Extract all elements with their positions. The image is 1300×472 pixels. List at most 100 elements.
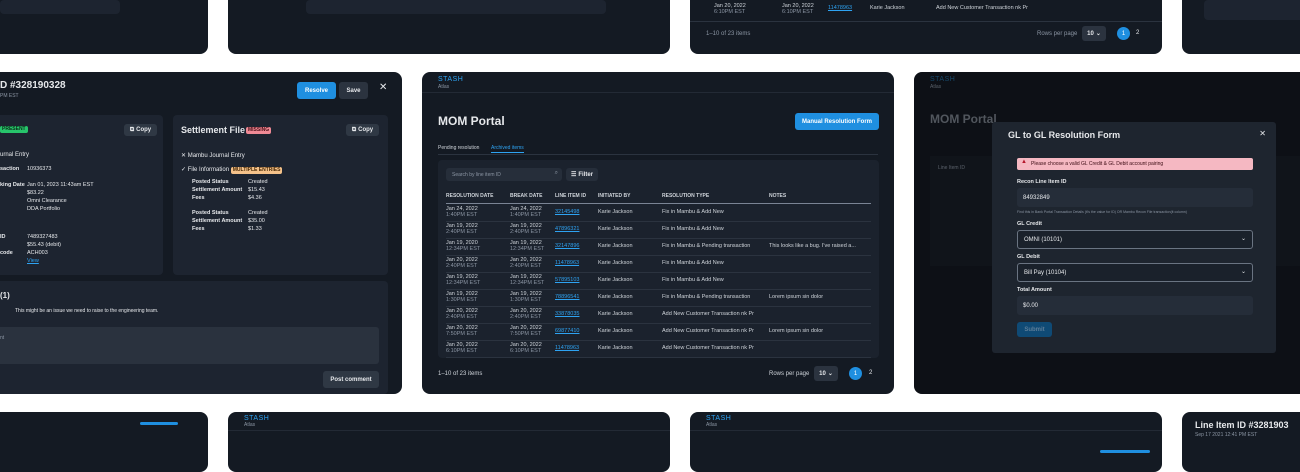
break-time: 12:34PM EST (510, 246, 545, 252)
line-item-link[interactable]: 57895103 (555, 277, 579, 283)
break-time: 7:50PM EST (510, 331, 542, 337)
table-row[interactable]: Jan 20, 2022 7:50PM EST Jan 20, 2022 7:50PM… (446, 325, 879, 337)
total-amount-input[interactable]: $0.00 (1017, 296, 1253, 315)
resolution-time: 1:40PM EST (446, 212, 478, 218)
initiated-by: Karie Jackson (598, 260, 633, 266)
gl-debit-select[interactable]: Bill Pay (10104) ⌄ (1017, 263, 1253, 282)
line-item-link[interactable]: 32147896 (555, 243, 579, 249)
break-time: 2:40PM EST (510, 314, 542, 320)
line-item-link[interactable]: 33878035 (555, 311, 579, 317)
line-item-link[interactable]: 47896321 (555, 226, 579, 232)
row-divider (446, 340, 871, 341)
post-comment-button[interactable]: Post comment (323, 371, 379, 388)
kv-value: DDA Portfolio (27, 206, 61, 212)
manual-resolution-button[interactable]: Manual Resolution Form (795, 113, 879, 130)
table-row[interactable]: Jan 20, 2022 2:40PM EST Jan 20, 2022 2:40PM… (446, 257, 879, 269)
table-row[interactable]: Jan 24, 2022 1:40PM EST Jan 24, 2022 1:40PM… (446, 206, 879, 218)
resolution-type: Add New Customer Transaction nk Pr (662, 345, 755, 351)
stash-logo: STASH (438, 76, 464, 83)
card-top-table: Jan 20, 2022 6:10PM EST Jan 20, 2022 6:10P… (690, 0, 1162, 54)
notes: This looks like a bug. I've raised a... (769, 243, 856, 249)
rows-per-page-select[interactable]: 10 ⌄ (1082, 26, 1106, 41)
chevron-down-icon: ⌄ (827, 371, 833, 377)
break-time: 1:30PM EST (510, 297, 542, 303)
multiple-entries-badge: MULTIPLE ENTRIES (230, 167, 283, 174)
kv-value: Created (248, 179, 268, 185)
row-divider (446, 306, 871, 307)
page-1-button[interactable]: 1 (1117, 27, 1130, 40)
resolution-time: 2:40PM EST (446, 314, 478, 320)
kv-value: Jan 01, 2023 11:43am EST (27, 182, 94, 188)
view-link[interactable]: View (27, 258, 39, 264)
comments-panel: (1) This might be an issue we need to ra… (0, 281, 388, 394)
filter-icon: ☰ (570, 172, 577, 178)
resolution-type: Fix in Mambu & Pending transaction (662, 294, 751, 300)
file-info-row: ✓ File Information MULTIPLE ENTRIES (181, 167, 283, 174)
kv-value: Omni Clearance (27, 198, 67, 204)
row-divider (446, 238, 871, 239)
search-input[interactable]: Search by line item ID ⌕ (446, 168, 562, 181)
resolution-type: Fix in Mambu & Add New (662, 226, 724, 232)
tab-pending[interactable]: Pending resolution (438, 145, 479, 151)
row-divider (446, 289, 871, 290)
kv-value: 7489327483 (27, 234, 58, 240)
resolution-time: 2:40PM EST (446, 263, 478, 269)
table-row[interactable]: Jan 19, 2022 12:34PM EST Jan 19, 2022 12:34… (446, 274, 879, 286)
kv-value: $1.33 (248, 226, 262, 232)
close-icon[interactable]: ✕ (379, 82, 387, 93)
settlement-file-panel: Settlement File MISSING ⧉ Copy ✕ Mambu Jo… (173, 115, 388, 275)
kv-key: code (0, 250, 13, 256)
close-icon[interactable]: ✕ (1259, 129, 1266, 138)
initiated-by: Karie Jackson (598, 243, 633, 249)
row-divider (446, 221, 871, 222)
stash-logo: STASH (244, 415, 270, 422)
line-item-link[interactable]: 69877410 (555, 328, 579, 334)
break-time: 1:40PM EST (510, 212, 542, 218)
copy-button[interactable]: ⧉ Copy (346, 124, 379, 136)
resolve-button[interactable]: Resolve (297, 82, 336, 99)
kv-value: $83.22 (27, 190, 44, 196)
comment-input[interactable]: nt (0, 327, 379, 364)
card-top-2 (228, 0, 670, 54)
resolution-type: Fix in Mambu & Add New (662, 209, 724, 215)
kv-value: Created (248, 210, 268, 216)
initiated-by: Karie Jackson (598, 345, 633, 351)
copy-button[interactable]: ⧉ Copy (124, 124, 157, 136)
tab-archived[interactable]: Archived items (491, 145, 524, 153)
missing-badge: MISSING (246, 127, 272, 134)
filter-button[interactable]: ☰ Filter (566, 168, 598, 181)
item-count: 1–10 of 23 items (438, 371, 483, 377)
table-row[interactable]: Jan 19, 2020 12:34PM EST Jan 19, 2022 12:34… (446, 240, 879, 252)
journal-entry-heading: urnal Entry (0, 152, 30, 158)
table-row[interactable]: Jan 19, 2022 1:30PM EST Jan 19, 2022 1:30PM… (446, 291, 879, 303)
line-item-link[interactable]: 78896541 (555, 294, 579, 300)
line-item-link[interactable]: 11478963 (555, 345, 579, 351)
resolution-type: Fix in Mambu & Pending transaction (662, 243, 751, 249)
kv-key: Fees (192, 195, 205, 201)
recon-hint: Find this in Bank Portal Transaction Det… (1017, 210, 1187, 214)
table-row[interactable]: Jan 20, 2022 2:40PM EST Jan 20, 2022 2:40PM… (446, 308, 879, 320)
table-row[interactable]: Jan 20, 2022 6:10PM EST Jan 20, 2022 6:10PM… (446, 342, 879, 354)
recon-line-item-input[interactable]: 84932849 (1017, 188, 1253, 207)
row-divider (446, 357, 871, 358)
initiated-by: Karie Jackson (598, 294, 633, 300)
gl-form-card: STASH Atlas MOM Portal Line Item ID GL t… (914, 72, 1300, 394)
gl-credit-select[interactable]: OMNI (10101) ⌄ (1017, 230, 1253, 249)
initiated-by: Karie Jackson (598, 277, 633, 283)
table-header: RESOLUTION DATE BREAK DATE LINE ITEM ID … (446, 193, 787, 199)
page-2-button[interactable]: 2 (869, 370, 872, 376)
line-item-link[interactable]: 32145498 (555, 209, 579, 215)
page-2-button[interactable]: 2 (1136, 30, 1139, 36)
table-row[interactable]: Jan 19, 2022 2:40PM EST Jan 19, 2022 2:40PM… (446, 223, 879, 235)
line-item-link[interactable]: 11478963 (828, 5, 852, 11)
kv-key: ID (0, 234, 6, 240)
gl-resolution-modal: GL to GL Resolution Form ✕ ▲ Please choo… (992, 122, 1276, 353)
submit-button[interactable]: Submit (1017, 322, 1052, 337)
total-amount-label: Total Amount (1017, 287, 1052, 293)
line-item-link[interactable]: 11478963 (555, 260, 579, 266)
page-1-button[interactable]: 1 (849, 367, 862, 380)
save-button[interactable]: Save (339, 82, 368, 99)
item-count: 1–10 of 23 items (706, 31, 751, 37)
rows-per-page-select[interactable]: 10 ⌄ (814, 366, 838, 381)
table-row[interactable]: Jan 20, 2022 6:10PM EST Jan 20, 2022 6:10P… (714, 3, 1162, 15)
